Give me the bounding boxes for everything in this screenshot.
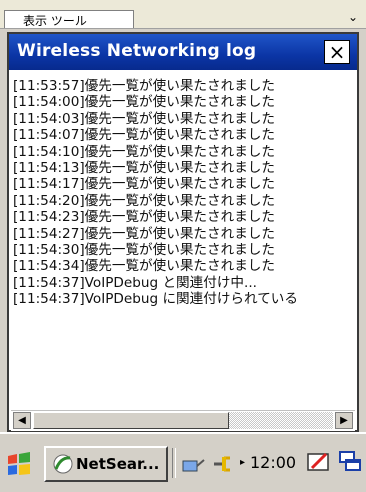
netsearch-icon <box>52 453 74 475</box>
background-menu[interactable]: 表示 ツール <box>4 10 134 28</box>
log-list[interactable]: [11:53:57]優先一覧が使い果たされました [11:54:00]優先一覧が… <box>11 78 355 408</box>
taskbar: NetSear... ▸ 12:00 <box>0 432 366 492</box>
log-line: [11:54:37]VoIPDebug に関連付けられている <box>13 291 298 308</box>
close-icon: × <box>328 40 346 64</box>
task-button-netsearch[interactable]: NetSear... <box>44 446 168 482</box>
log-line: [11:53:57]優先一覧が使い果たされました <box>13 78 275 94</box>
scroll-right-button[interactable]: ▶ <box>335 412 353 429</box>
window-switch-icon[interactable] <box>338 450 364 479</box>
log-line: [11:54:20]優先一覧が使い果たされました <box>13 192 275 209</box>
horizontal-scrollbar[interactable]: ◀ ▶ <box>11 410 355 431</box>
tray-expand-icon[interactable]: ▸ <box>240 457 245 468</box>
log-line: [11:54:17]優先一覧が使い果たされました <box>13 176 275 193</box>
log-line: [11:54:30]優先一覧が使い果たされました <box>13 242 275 259</box>
tray-separator <box>172 448 176 478</box>
log-line: [11:54:37]VoIPDebug と関連付け中... <box>13 274 257 291</box>
scroll-thumb[interactable] <box>33 412 229 429</box>
log-line: [11:54:03]優先一覧が使い果たされました <box>13 110 275 127</box>
arrow-left-icon: ◀ <box>18 415 26 426</box>
close-button[interactable]: × <box>324 40 350 64</box>
log-window: Wireless Networking log × [11:53:57]優先一覧… <box>7 32 359 432</box>
network-icon[interactable] <box>182 452 206 479</box>
chevron-down-icon[interactable]: ⌄ <box>348 10 358 24</box>
task-label: NetSear... <box>76 455 160 473</box>
window-title: Wireless Networking log <box>17 41 257 61</box>
log-line: [11:54:07]優先一覧が使い果たされました <box>13 127 275 144</box>
log-line: [11:54:00]優先一覧が使い果たされました <box>13 94 275 111</box>
pen-icon[interactable] <box>306 450 332 479</box>
arrow-right-icon: ▶ <box>340 415 348 426</box>
clock[interactable]: 12:00 <box>250 453 296 472</box>
log-line: [11:54:34]優先一覧が使い果たされました <box>13 258 275 275</box>
log-line: [11:54:23]優先一覧が使い果たされました <box>13 209 275 226</box>
log-line: [11:54:13]優先一覧が使い果たされました <box>13 160 275 177</box>
log-line: [11:54:10]優先一覧が使い果たされました <box>13 143 275 160</box>
title-bar[interactable]: Wireless Networking log × <box>9 34 357 70</box>
scroll-left-button[interactable]: ◀ <box>13 412 31 429</box>
background-window-bar: 表示 ツール ⌄ <box>0 0 366 29</box>
start-flag-icon[interactable] <box>6 452 32 482</box>
log-line: [11:54:27]優先一覧が使い果たされました <box>13 225 275 242</box>
power-plug-icon[interactable] <box>210 452 234 479</box>
